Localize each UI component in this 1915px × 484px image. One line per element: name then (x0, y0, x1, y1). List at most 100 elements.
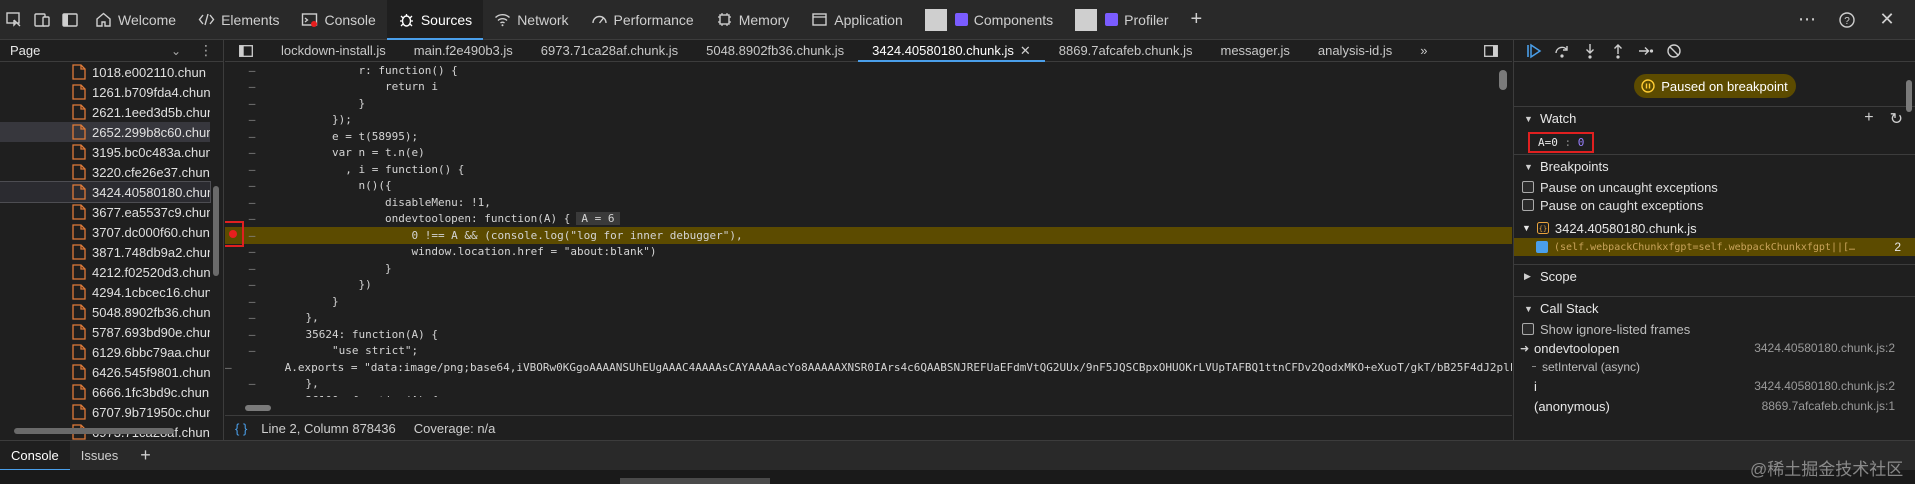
tab-console[interactable]: Console (290, 0, 386, 40)
file-item[interactable]: 2621.1eed3d5b.chun (0, 102, 210, 122)
file-item[interactable]: 5048.8902fb36.chun (0, 302, 210, 322)
line-gutter[interactable]: – (225, 328, 279, 341)
tab-network[interactable]: Network (483, 0, 579, 40)
editor-scrollbar[interactable] (1497, 62, 1509, 397)
file-item[interactable]: 5787.693bd90e.chun (0, 322, 210, 342)
line-gutter[interactable]: – (225, 64, 279, 77)
editor-tab[interactable]: 6973.71ca28af.chunk.js (527, 40, 692, 62)
line-gutter[interactable]: – (225, 311, 279, 324)
deactivate-breakpoints-icon[interactable] (1660, 41, 1688, 61)
tab-elements[interactable]: Elements (187, 0, 290, 40)
code-line[interactable]: – disableMenu: !1, (225, 194, 1512, 211)
file-item[interactable]: 3677.ea5537c9.chun (0, 202, 210, 222)
line-gutter[interactable]: – (225, 295, 279, 308)
watch-section-header[interactable]: ▼ Watch + ↻ (1514, 106, 1915, 130)
toggle-debugger-button[interactable] (1470, 40, 1512, 62)
code-line[interactable]: – }, (225, 376, 1512, 393)
chevron-down-icon[interactable]: ⌄ (171, 44, 181, 58)
checkbox[interactable] (1522, 199, 1534, 211)
code-line[interactable]: – } (225, 293, 1512, 310)
file-item[interactable]: 3195.bc0c483a.chun (0, 142, 210, 162)
pretty-print-button[interactable]: { } (235, 421, 247, 436)
code-line[interactable]: – e = t(58995); (225, 128, 1512, 145)
navigator-scrollbar[interactable] (212, 76, 220, 436)
code-line[interactable]: – }) (225, 277, 1512, 294)
toggle-navigator-button[interactable] (225, 40, 267, 62)
code-line[interactable]: – "use strict"; (225, 343, 1512, 360)
help-icon[interactable]: ? (1833, 6, 1861, 34)
dock-sidebar-icon[interactable] (56, 6, 84, 34)
step-over-icon[interactable] (1548, 41, 1576, 61)
file-item[interactable]: 3220.cfe26e37.chun (0, 162, 210, 182)
editor-tab[interactable]: 8869.7afcafeb.chunk.js (1045, 40, 1207, 62)
code-line[interactable]: – } (225, 260, 1512, 277)
add-watch-icon[interactable]: + (1864, 109, 1873, 129)
close-icon[interactable]: ✕ (1873, 6, 1901, 34)
code-line[interactable]: – 35624: function(A) { (225, 326, 1512, 343)
file-item[interactable]: 3424.40580180.chun (0, 181, 211, 203)
checkbox[interactable] (1522, 181, 1534, 193)
file-item[interactable]: 6707.9b71950c.chun (0, 402, 210, 422)
close-tab-icon[interactable]: ✕ (1020, 43, 1031, 59)
line-gutter[interactable]: – (225, 278, 279, 291)
code-line[interactable]: – n()({ (225, 178, 1512, 195)
line-gutter[interactable]: – (225, 361, 232, 374)
line-gutter[interactable]: – (225, 262, 279, 275)
drawer-tab-console[interactable]: Console (0, 440, 70, 471)
file-item[interactable]: 4294.1cbcec16.chun (0, 282, 210, 302)
tab-application[interactable]: Application (800, 0, 914, 40)
line-gutter[interactable]: – (225, 377, 279, 390)
tab-components[interactable]: Components (914, 0, 1064, 40)
editor-tab[interactable]: 3424.40580180.chunk.js ✕ (858, 39, 1045, 62)
refresh-icon[interactable]: ↻ (1890, 109, 1903, 129)
checkbox[interactable] (1522, 323, 1534, 335)
file-item[interactable]: 6129.6bbc79aa.chun (0, 342, 210, 362)
code-line[interactable]: – var n = t.n(e) (225, 145, 1512, 162)
more-options-icon[interactable]: ⋮ (199, 42, 213, 59)
scope-section-header[interactable]: ▶ Scope (1514, 264, 1915, 288)
line-gutter[interactable]: – (225, 80, 279, 93)
tab-performance[interactable]: Performance (580, 0, 705, 40)
code-line[interactable]: – }, (225, 310, 1512, 327)
step-icon[interactable] (1632, 41, 1660, 61)
add-drawer-tab-button[interactable]: + (129, 441, 162, 471)
line-gutter[interactable]: – (225, 394, 279, 397)
code-line[interactable]: – 36100: function(A) { (225, 392, 1512, 397)
code-line[interactable]: – }); (225, 112, 1512, 129)
line-gutter[interactable]: – (225, 113, 279, 126)
file-item[interactable]: 1018.e002110.chun (0, 62, 210, 82)
code-line[interactable]: – 0 !== A && (console.log("log for inner… (225, 221, 1512, 247)
file-item[interactable]: 2652.299b8c60.chun (0, 122, 210, 142)
step-into-icon[interactable] (1576, 41, 1604, 61)
editor-tab[interactable]: 5048.8902fb36.chunk.js (692, 40, 858, 62)
page-tab[interactable]: Page (10, 43, 40, 58)
editor-tab[interactable]: lockdown-install.js (267, 40, 400, 62)
pause-caught-option[interactable]: Pause on caught exceptions (1514, 196, 1915, 214)
step-out-icon[interactable] (1604, 41, 1632, 61)
file-item[interactable]: 1261.b709fda4.chun (0, 82, 210, 102)
line-gutter[interactable]: – (225, 163, 279, 176)
call-frame[interactable]: i 3424.40580180.chunk.js:2 (1514, 376, 1915, 396)
tab-sources[interactable]: Sources (386, 0, 484, 40)
code-line[interactable]: – window.location.href = "about:blank") (225, 244, 1512, 261)
drawer-tab-issues[interactable]: Issues (70, 441, 130, 471)
inspect-element-icon[interactable] (0, 6, 28, 34)
line-gutter[interactable]: – (225, 130, 279, 143)
line-gutter[interactable]: – (225, 179, 279, 192)
breakpoints-section-header[interactable]: ▼ Breakpoints (1514, 154, 1915, 178)
breakpoint-entry[interactable]: (self.webpackChunkxfgpt=self.webpackChun… (1514, 238, 1915, 256)
code-line[interactable]: – A.exports = "data:image/png;base64,iVB… (225, 359, 1512, 376)
file-item[interactable]: 3871.748db9a2.chun (0, 242, 210, 262)
editor-tab[interactable]: analysis-id.js (1304, 40, 1406, 62)
more-options-icon[interactable]: ⋯ (1793, 6, 1821, 34)
tab-profiler[interactable]: Profiler (1064, 0, 1179, 40)
code-view[interactable]: – r: function() {– return i – } – }); – e =… (225, 62, 1512, 397)
editor-tab[interactable]: main.f2e490b3.js (400, 40, 527, 62)
line-gutter[interactable]: – (225, 344, 279, 357)
code-line[interactable]: – return i (225, 79, 1512, 96)
editor-tab[interactable]: messager.js (1206, 40, 1303, 62)
code-line[interactable]: – r: function() { (225, 62, 1512, 79)
file-item[interactable]: 4212.f02520d3.chun (0, 262, 210, 282)
file-item[interactable]: 6666.1fc3bd9c.chun (0, 382, 210, 402)
line-gutter[interactable]: – (225, 146, 279, 159)
